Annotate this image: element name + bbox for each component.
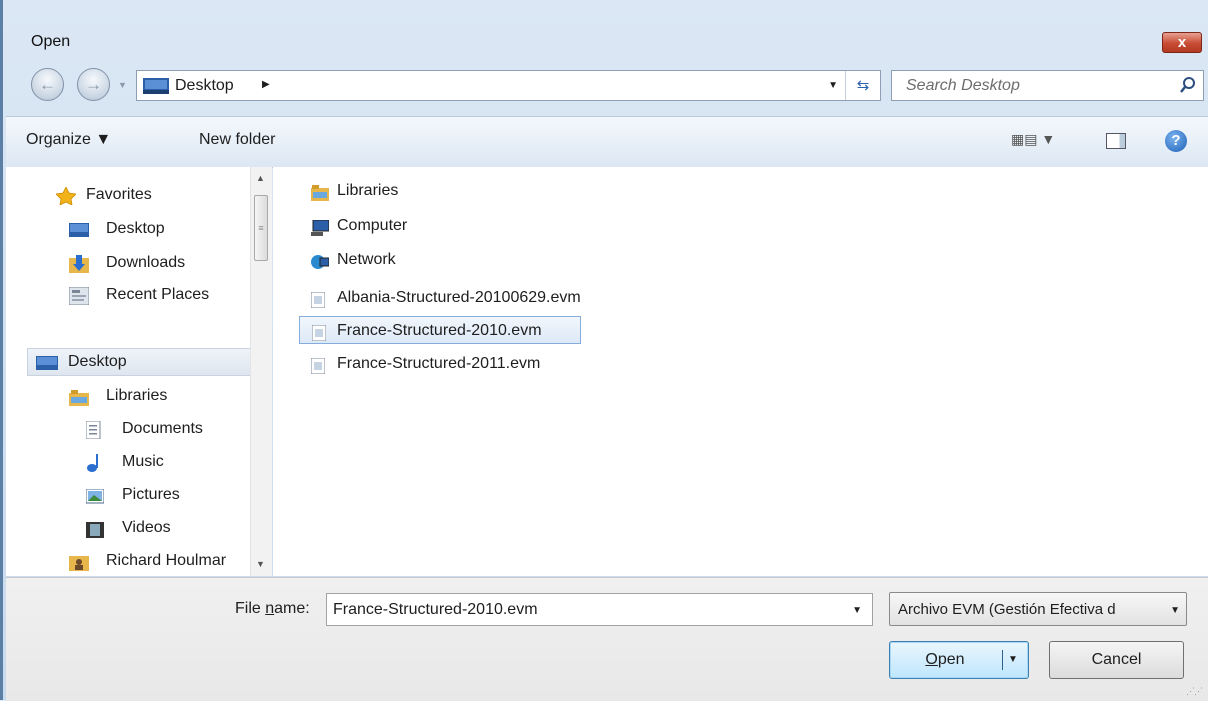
cancel-button[interactable]: Cancel <box>1049 641 1184 679</box>
file-item-evm-selected[interactable]: France-Structured-2010.evm <box>299 316 581 344</box>
address-bar[interactable]: Desktop ▶ ▼ ⇆ <box>136 70 881 101</box>
back-button[interactable]: ← <box>31 68 64 101</box>
scroll-up-icon[interactable]: ▲ <box>256 173 265 183</box>
open-split-divider <box>1002 650 1003 670</box>
search-icon[interactable] <box>1179 76 1197 98</box>
nav-label: Music <box>122 453 164 470</box>
open-dropdown-icon[interactable]: ▼ <box>1008 642 1018 678</box>
evm-file-icon <box>311 323 328 342</box>
user-folder-icon <box>69 553 89 571</box>
desktop-icon <box>69 221 89 237</box>
file-item-computer[interactable]: Computer <box>305 212 515 240</box>
refresh-icon: ⇆ <box>856 77 870 94</box>
forward-button[interactable]: → <box>77 68 110 101</box>
file-name: Computer <box>337 217 408 234</box>
command-bar: Organize ▼ New folder ▦▤ ▼ ? <box>6 116 1208 168</box>
music-icon <box>86 454 104 472</box>
nav-desktop-label: Desktop <box>68 353 127 370</box>
nav-label: Downloads <box>106 254 186 271</box>
file-type-value: Archivo EVM (Gestión Efectiva d <box>898 601 1116 618</box>
nav-label: Richard Houlmar <box>106 552 227 569</box>
file-item-evm[interactable]: France-Structured-2011.evm <box>305 350 605 378</box>
nav-label: Pictures <box>122 486 180 503</box>
dialog-title: Open <box>31 33 71 50</box>
file-type-select[interactable]: Archivo EVM (Gestión Efectiva d ▼ <box>889 592 1187 626</box>
recent-pages-dropdown[interactable]: ▼ <box>118 80 127 90</box>
breadcrumb-chevron-icon[interactable]: ▶ <box>262 79 270 90</box>
libraries-icon <box>69 388 89 406</box>
videos-icon <box>86 520 104 538</box>
network-icon <box>311 252 330 269</box>
new-folder-button[interactable]: New folder <box>199 131 275 149</box>
resize-grip-icon[interactable]: ⋰⋰ <box>1186 686 1203 697</box>
search-input[interactable]: Search Desktop <box>906 77 1020 95</box>
file-name: France-Structured-2010.evm <box>337 322 542 339</box>
evm-file-icon <box>310 290 327 309</box>
forward-arrow-icon: → <box>85 75 102 94</box>
nav-label: Videos <box>122 519 171 536</box>
downloads-icon <box>69 255 89 273</box>
views-icon: ▦▤ <box>1011 131 1038 147</box>
open-dialog: Open x ← → ▼ Desktop ▶ ▼ ⇆ Search Deskto… <box>0 0 1208 701</box>
views-button[interactable]: ▦▤ ▼ <box>1011 131 1055 148</box>
file-name: France-Structured-2011.evm <box>337 355 541 372</box>
file-item-network[interactable]: Network <box>305 246 515 274</box>
file-name: Libraries <box>337 182 399 199</box>
close-button[interactable]: x <box>1162 32 1202 53</box>
views-dropdown-icon: ▼ <box>1041 131 1056 147</box>
scroll-thumb[interactable]: ≡ <box>254 195 268 261</box>
file-name-field[interactable]: France-Structured-2010.evm ▼ <box>326 593 873 626</box>
open-button-label: Open <box>925 651 965 668</box>
file-type-dropdown-icon[interactable]: ▼ <box>1170 605 1180 616</box>
file-name-label: File name: <box>235 600 310 617</box>
dialog-footer: File name: France-Structured-2010.evm ▼ … <box>6 577 1208 701</box>
pictures-icon <box>85 487 105 504</box>
file-list: Libraries Computer Network Albania-Struc… <box>273 167 1208 576</box>
nav-scrollbar[interactable]: ▲ ≡ ▼ <box>250 167 272 576</box>
help-icon[interactable]: ? <box>1165 130 1187 152</box>
evm-file-icon <box>310 356 327 375</box>
preview-pane-icon[interactable] <box>1106 133 1126 149</box>
file-name: Albania-Structured-20100629.evm <box>337 289 581 306</box>
file-name: Network <box>337 251 396 268</box>
file-item-evm[interactable]: Albania-Structured-20100629.evm <box>305 284 615 312</box>
nav-label: Libraries <box>106 387 168 404</box>
nav-label: Desktop <box>106 220 165 237</box>
back-arrow-icon: ← <box>39 75 56 94</box>
scroll-down-icon[interactable]: ▼ <box>256 559 265 569</box>
address-location[interactable]: Desktop <box>175 77 234 95</box>
address-dropdown-icon[interactable]: ▼ <box>828 80 838 91</box>
recent-places-icon <box>68 286 90 306</box>
nav-label: Recent Places <box>106 286 210 303</box>
nav-selection-highlight <box>27 348 272 376</box>
computer-icon <box>311 218 330 236</box>
open-button[interactable]: Open ▼ <box>889 641 1029 679</box>
file-name-value[interactable]: France-Structured-2010.evm <box>333 601 538 619</box>
libraries-icon <box>311 183 329 201</box>
navigation-pane: Favorites Desktop Downloads Recent Place… <box>6 167 272 576</box>
refresh-button[interactable]: ⇆ <box>845 71 880 100</box>
documents-icon <box>85 420 104 440</box>
search-box[interactable]: Search Desktop <box>891 70 1204 101</box>
desktop-icon <box>36 354 58 370</box>
star-icon <box>55 186 77 206</box>
file-name-dropdown-icon[interactable]: ▼ <box>852 605 862 616</box>
desktop-icon <box>143 78 169 98</box>
organize-button[interactable]: Organize ▼ <box>26 131 111 149</box>
nav-favorites-label: Favorites <box>86 186 152 203</box>
file-item-libraries[interactable]: Libraries <box>305 177 515 205</box>
nav-label: Documents <box>122 420 203 437</box>
